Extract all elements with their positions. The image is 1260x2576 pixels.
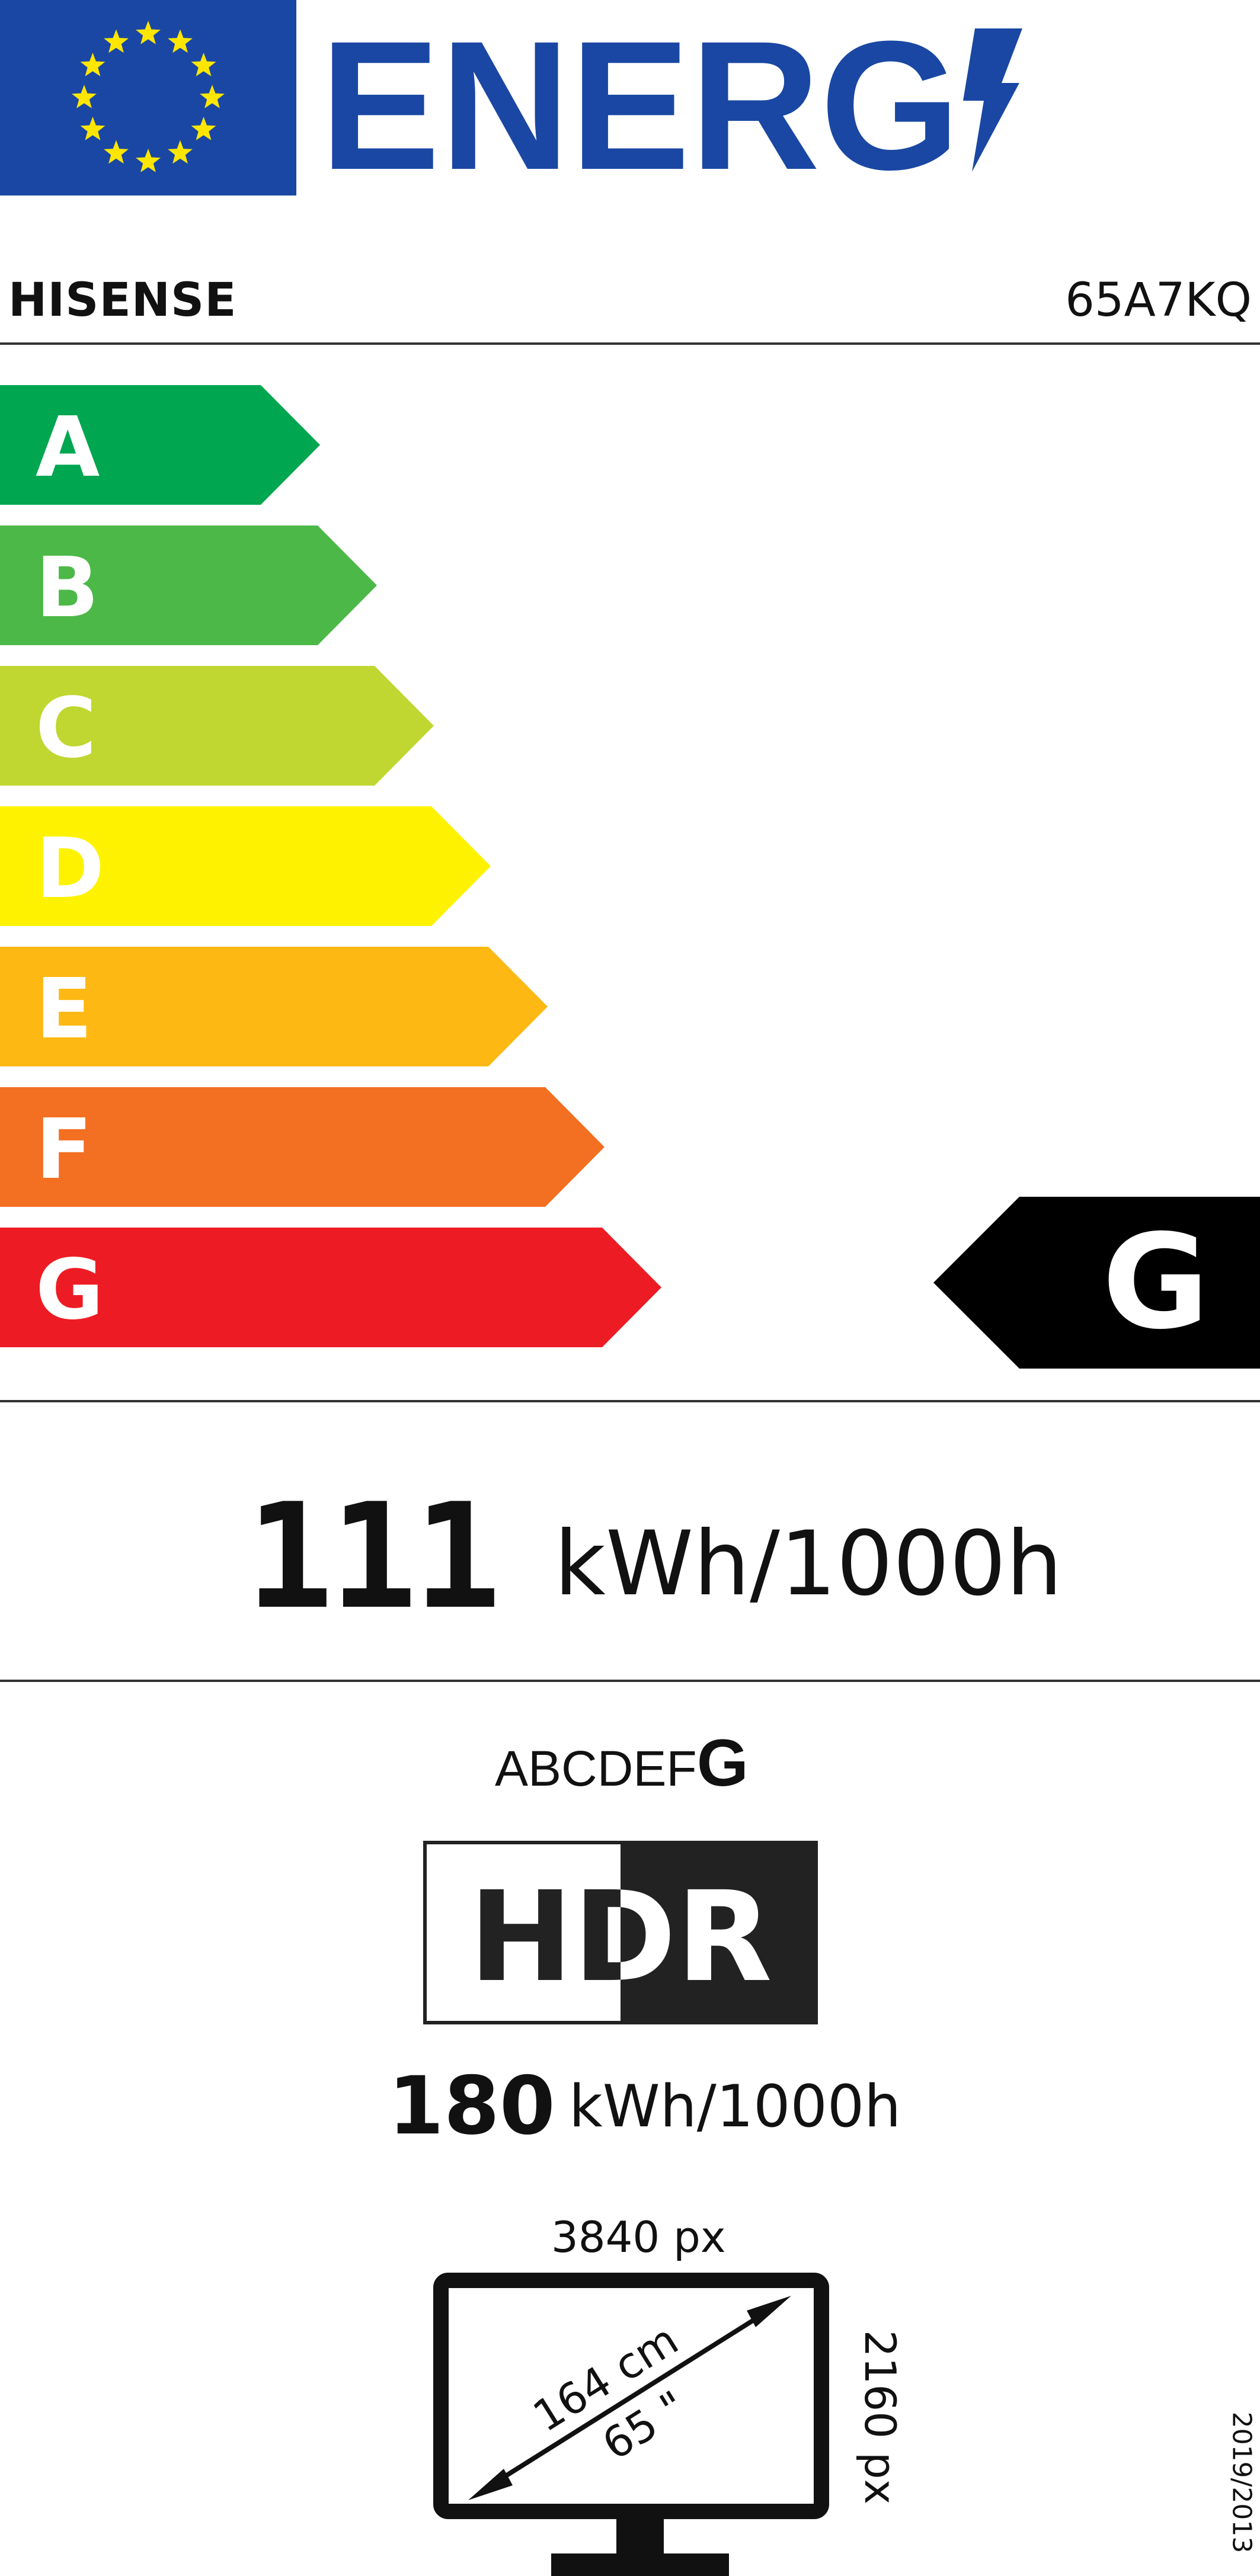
sdr-energy-consumption-value: 111: [246, 1472, 501, 1641]
screen-height-text: 2160 px: [855, 2330, 905, 2505]
hdr-energy-consumption-value: 180: [388, 2059, 555, 2152]
class-letter-f: F: [36, 1101, 92, 1198]
regulation-text: 2019/2013: [1226, 2411, 1257, 2553]
energy-class-scale: ABCDEFG: [0, 385, 661, 1347]
hdr-logo-icon: HDR HDR: [423, 1841, 818, 2024]
class-letter-e: E: [36, 961, 92, 1058]
indicator-arrow: [933, 1197, 1260, 1369]
hdr-energy-consumption-unit: kWh/1000h: [569, 2073, 901, 2141]
hdr-class-scale: ABCDEFG: [495, 1730, 749, 1796]
hdr-scale-letters: ABCDEF: [495, 1741, 697, 1796]
lightning-bolt-icon: [963, 28, 1022, 172]
brand-name: HISENSE: [8, 274, 237, 327]
energy-word: ENERG: [320, 2, 960, 196]
class-letter-a: A: [36, 399, 100, 496]
hdr-scale-class: G: [696, 1726, 749, 1800]
class-letter-d: D: [36, 821, 104, 917]
eu-flag-icon: [0, 0, 296, 196]
energy-title: ENERG: [320, 2, 1022, 196]
energy-class-indicator: G: [933, 1197, 1260, 1369]
sdr-energy-consumption-unit: kWh/1000h: [554, 1513, 1063, 1616]
divider: [0, 1400, 1260, 1402]
class-letter-c: C: [36, 680, 97, 777]
divider: [0, 1680, 1260, 1682]
screen-height-resolution: 2160 px: [853, 2317, 907, 2518]
indicator-letter: G: [1102, 1206, 1210, 1358]
television-icon: 164 cm 65 ": [433, 2273, 829, 2576]
class-letter-g: G: [36, 1242, 104, 1338]
class-letter-b: B: [36, 540, 99, 636]
screen-width-resolution: 3840 px: [551, 2212, 726, 2262]
divider: [0, 342, 1260, 345]
regulation-number: 2019/2013: [1226, 2394, 1257, 2571]
model-identifier: 65A7KQ: [1065, 274, 1252, 327]
